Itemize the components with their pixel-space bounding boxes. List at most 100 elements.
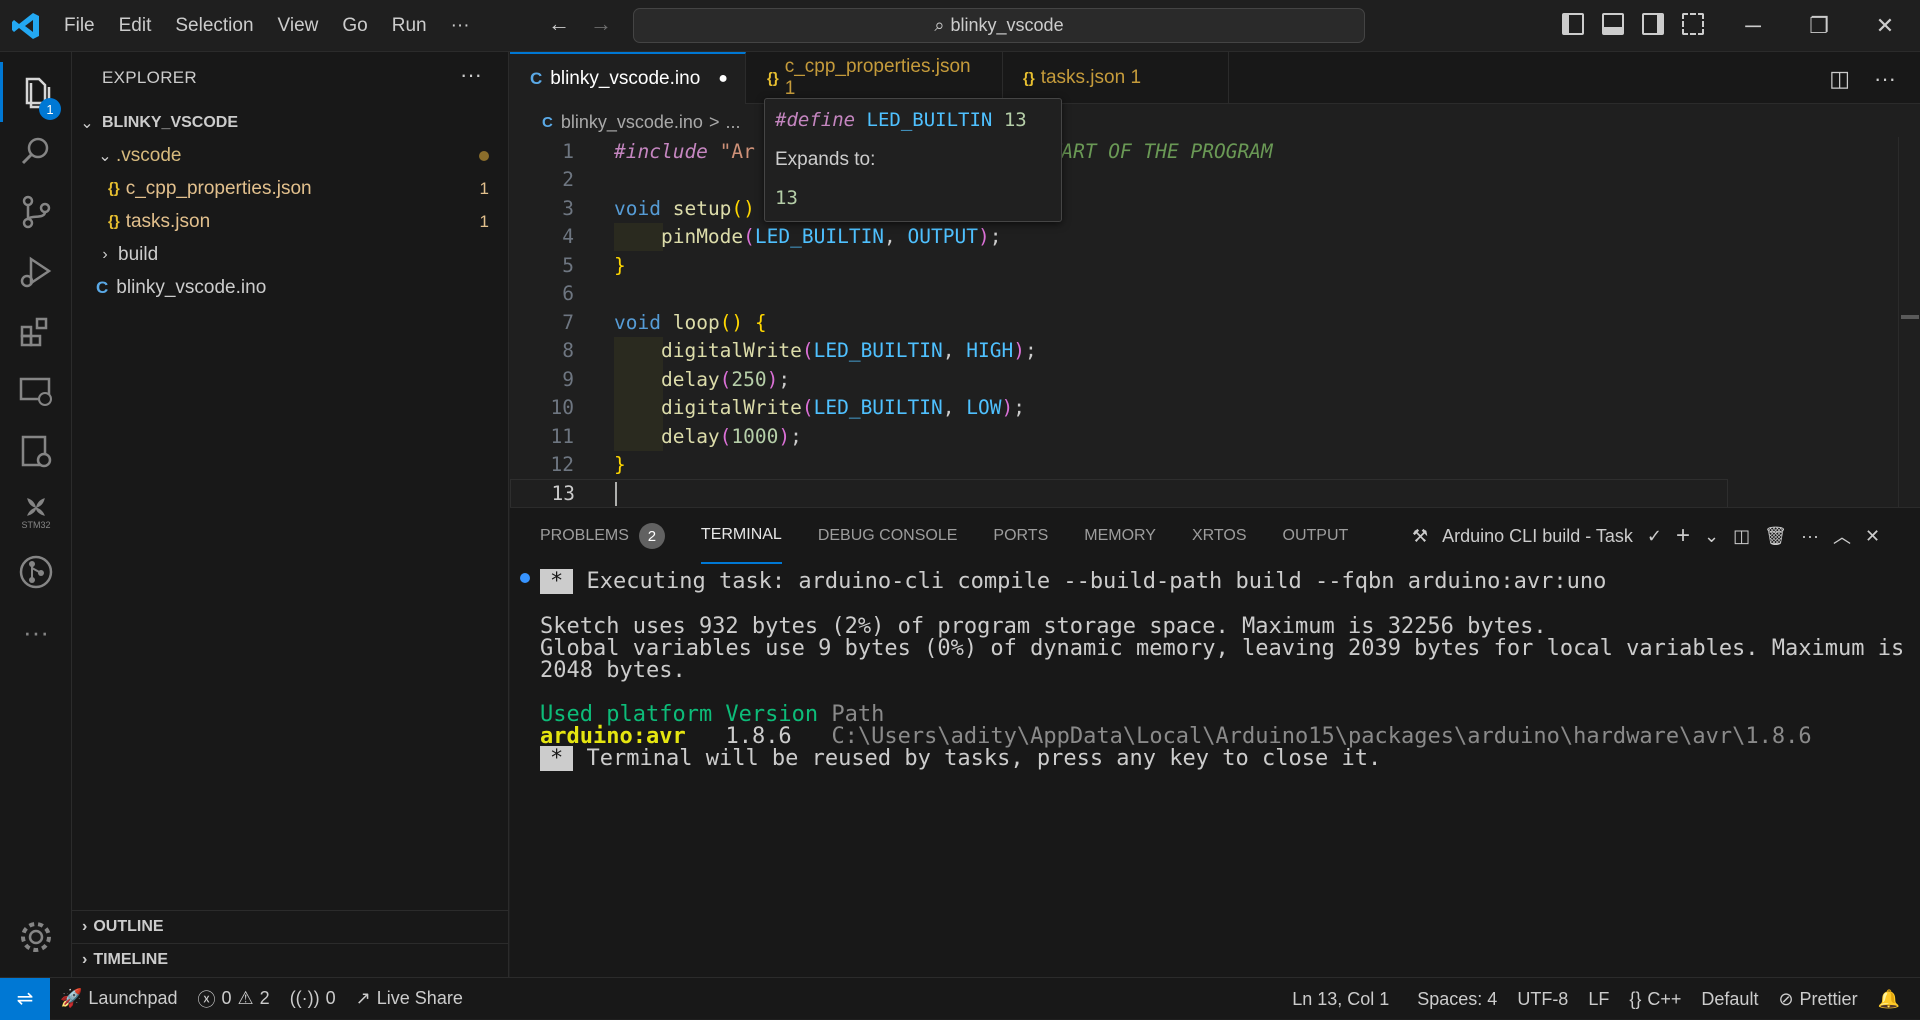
code-line: 10 digitalWrite(LED_BUILTIN, LOW); bbox=[510, 393, 1900, 422]
menu-view[interactable]: View bbox=[266, 0, 331, 52]
chevron-down-icon[interactable]: ⌄ bbox=[1704, 526, 1719, 547]
tab-label: MEMORY bbox=[1084, 527, 1156, 544]
prettier-item[interactable]: ⊘ Prettier bbox=[1768, 989, 1867, 1010]
run-debug-icon[interactable] bbox=[0, 242, 72, 302]
editor-more-icon[interactable]: ··· bbox=[1874, 66, 1896, 92]
tab-output[interactable]: OUTPUT bbox=[1283, 508, 1349, 564]
command-center-search[interactable]: ⌕ blinky_vscode bbox=[633, 8, 1365, 43]
split-terminal-icon[interactable]: ◫ bbox=[1733, 526, 1750, 547]
maximize-panel-icon[interactable]: ︿ bbox=[1833, 523, 1851, 549]
forward-arrow-icon[interactable]: → bbox=[590, 11, 612, 37]
code-text: digitalWrite(LED_BUILTIN, HIGH); bbox=[660, 339, 1037, 363]
tab-debug-console[interactable]: DEBUG CONSOLE bbox=[818, 508, 958, 564]
menu-go[interactable]: Go bbox=[330, 0, 379, 52]
indentation[interactable]: Spaces: 4 bbox=[1407, 989, 1507, 1010]
trash-icon[interactable]: 🗑 bbox=[1764, 526, 1787, 547]
checkmark-icon: ✓ bbox=[1646, 525, 1663, 546]
menu-more[interactable]: ··· bbox=[439, 0, 482, 52]
restore-icon[interactable]: ❐ bbox=[1786, 0, 1852, 52]
close-window-icon[interactable]: ✕ bbox=[1852, 0, 1918, 52]
customize-layout-icon[interactable] bbox=[1682, 13, 1704, 35]
code-editor[interactable]: 1 #include "Ar THE START OF THE PROGRAM 2… bbox=[510, 137, 1920, 508]
code-text: digitalWrite(LED_BUILTIN, LOW); bbox=[660, 396, 1025, 420]
launchpad-label: Launchpad bbox=[88, 988, 178, 1008]
code-text: void setup() bbox=[614, 196, 755, 220]
timeline-label: TIMELINE bbox=[93, 951, 168, 968]
json-file-icon: {} bbox=[767, 69, 779, 87]
explorer-more-icon[interactable]: ··· bbox=[460, 62, 482, 88]
terminal-task-name[interactable]: Arduino CLI build - Task bbox=[1442, 526, 1633, 547]
arduino-board-icon[interactable] bbox=[0, 422, 72, 482]
tab-tasks-json[interactable]: {} tasks.json 1 bbox=[1003, 52, 1229, 104]
menu-selection[interactable]: Selection bbox=[163, 0, 265, 52]
toggle-secondary-sidebar-icon[interactable] bbox=[1642, 13, 1664, 35]
language-mode[interactable]: {} C++ bbox=[1619, 989, 1691, 1010]
tab-ports[interactable]: PORTS bbox=[993, 508, 1048, 564]
line-number: 6 bbox=[562, 282, 574, 306]
workspace-root-label: BLINKY_VSCODE bbox=[102, 113, 239, 131]
minimize-icon[interactable]: ─ bbox=[1720, 0, 1786, 52]
editor-scrollbar[interactable] bbox=[1898, 137, 1920, 507]
code-line: 11 delay(1000); bbox=[510, 422, 1900, 451]
breadcrumb-more[interactable]: ... bbox=[725, 112, 740, 133]
close-panel-icon[interactable]: ✕ bbox=[1865, 526, 1880, 547]
tree-item-build-folder[interactable]: › build bbox=[72, 238, 509, 271]
tab-blinky-ino[interactable]: C blinky_vscode.ino ● bbox=[510, 52, 746, 104]
tree-item-c-cpp-properties[interactable]: {} c_cpp_properties.json 1 bbox=[72, 172, 509, 205]
language-label: C++ bbox=[1647, 988, 1682, 1009]
split-editor-icon[interactable]: ◫ bbox=[1829, 66, 1850, 92]
extensions-icon[interactable] bbox=[0, 302, 72, 362]
tree-item-blinky-ino[interactable]: C blinky_vscode.ino bbox=[72, 271, 509, 304]
tab-memory[interactable]: MEMORY bbox=[1084, 508, 1156, 564]
panel-more-icon[interactable]: ··· bbox=[1801, 526, 1819, 547]
notifications-bell-icon[interactable]: 🔔 bbox=[1868, 989, 1910, 1010]
search-view-icon[interactable] bbox=[0, 122, 72, 182]
code-text: delay(1000); bbox=[660, 424, 802, 448]
timeline-section[interactable]: › TIMELINE bbox=[72, 943, 509, 976]
cursor-position[interactable]: Ln 13, Col 1 bbox=[1282, 989, 1399, 1010]
end-of-line[interactable]: LF bbox=[1578, 989, 1619, 1010]
menu-edit[interactable]: Edit bbox=[107, 0, 164, 52]
launchpad-item[interactable]: 🚀 Launchpad bbox=[50, 988, 188, 1009]
tab-problems[interactable]: PROBLEMS 2 bbox=[540, 508, 665, 564]
toggle-panel-icon[interactable] bbox=[1602, 13, 1624, 35]
git-graph-icon[interactable] bbox=[0, 542, 72, 602]
stm32-icon[interactable]: STM32 bbox=[0, 482, 72, 542]
settings-gear-icon[interactable] bbox=[0, 907, 72, 967]
remote-indicator-icon[interactable]: ⇌ bbox=[0, 977, 50, 1020]
back-arrow-icon[interactable]: ← bbox=[548, 11, 570, 37]
code-line: 7 void loop() { bbox=[510, 308, 1900, 337]
source-control-icon[interactable] bbox=[0, 182, 72, 242]
live-share-label: Live Share bbox=[376, 988, 463, 1008]
tab-terminal[interactable]: TERMINAL bbox=[700, 508, 782, 564]
explorer-badge: 1 bbox=[39, 98, 61, 120]
breadcrumb-file[interactable]: blinky_vscode.ino bbox=[561, 112, 703, 133]
tree-item-tasks-json[interactable]: {} tasks.json 1 bbox=[72, 205, 509, 238]
remote-explorer-icon[interactable] bbox=[0, 362, 72, 422]
modified-dot-icon bbox=[479, 150, 489, 161]
tree-item-vscode-folder[interactable]: ⌄ .vscode bbox=[72, 139, 509, 172]
configuration-profile[interactable]: Default bbox=[1691, 989, 1768, 1010]
tab-c-cpp-properties[interactable]: {} c_cpp_properties.json 1 bbox=[747, 52, 1003, 104]
editor-tabs: C blinky_vscode.ino ● {} c_cpp_propertie… bbox=[510, 52, 1920, 104]
outline-section[interactable]: › OUTLINE bbox=[72, 910, 509, 943]
command-status-icon[interactable] bbox=[520, 573, 530, 583]
workspace-root[interactable]: ⌄ BLINKY_VSCODE bbox=[72, 106, 509, 139]
more-views-icon[interactable]: ··· bbox=[0, 602, 72, 662]
explorer-icon[interactable]: 1 bbox=[0, 62, 72, 122]
explorer-title: EXPLORER bbox=[102, 68, 197, 87]
tab-label: PORTS bbox=[993, 527, 1049, 544]
menu-file[interactable]: File bbox=[52, 0, 107, 52]
tab-xrtos[interactable]: XRTOS bbox=[1192, 508, 1247, 564]
unsaved-dot-icon[interactable]: ● bbox=[718, 70, 728, 88]
toggle-primary-sidebar-icon[interactable] bbox=[1562, 13, 1584, 35]
encoding[interactable]: UTF-8 bbox=[1507, 989, 1578, 1010]
menu-run[interactable]: Run bbox=[380, 0, 439, 52]
ports-item[interactable]: ((·)) 0 bbox=[280, 988, 346, 1009]
chevron-down-icon: ⌄ bbox=[80, 114, 94, 132]
live-share-item[interactable]: ↗ Live Share bbox=[346, 988, 473, 1009]
new-terminal-icon[interactable]: + bbox=[1676, 522, 1690, 550]
hover-define: #define LED_BUILTIN 13 bbox=[775, 109, 1027, 131]
problems-item[interactable]: ⓧ 0 ⚠ 2 bbox=[188, 986, 280, 1012]
stm32-label: STM32 bbox=[21, 520, 51, 530]
